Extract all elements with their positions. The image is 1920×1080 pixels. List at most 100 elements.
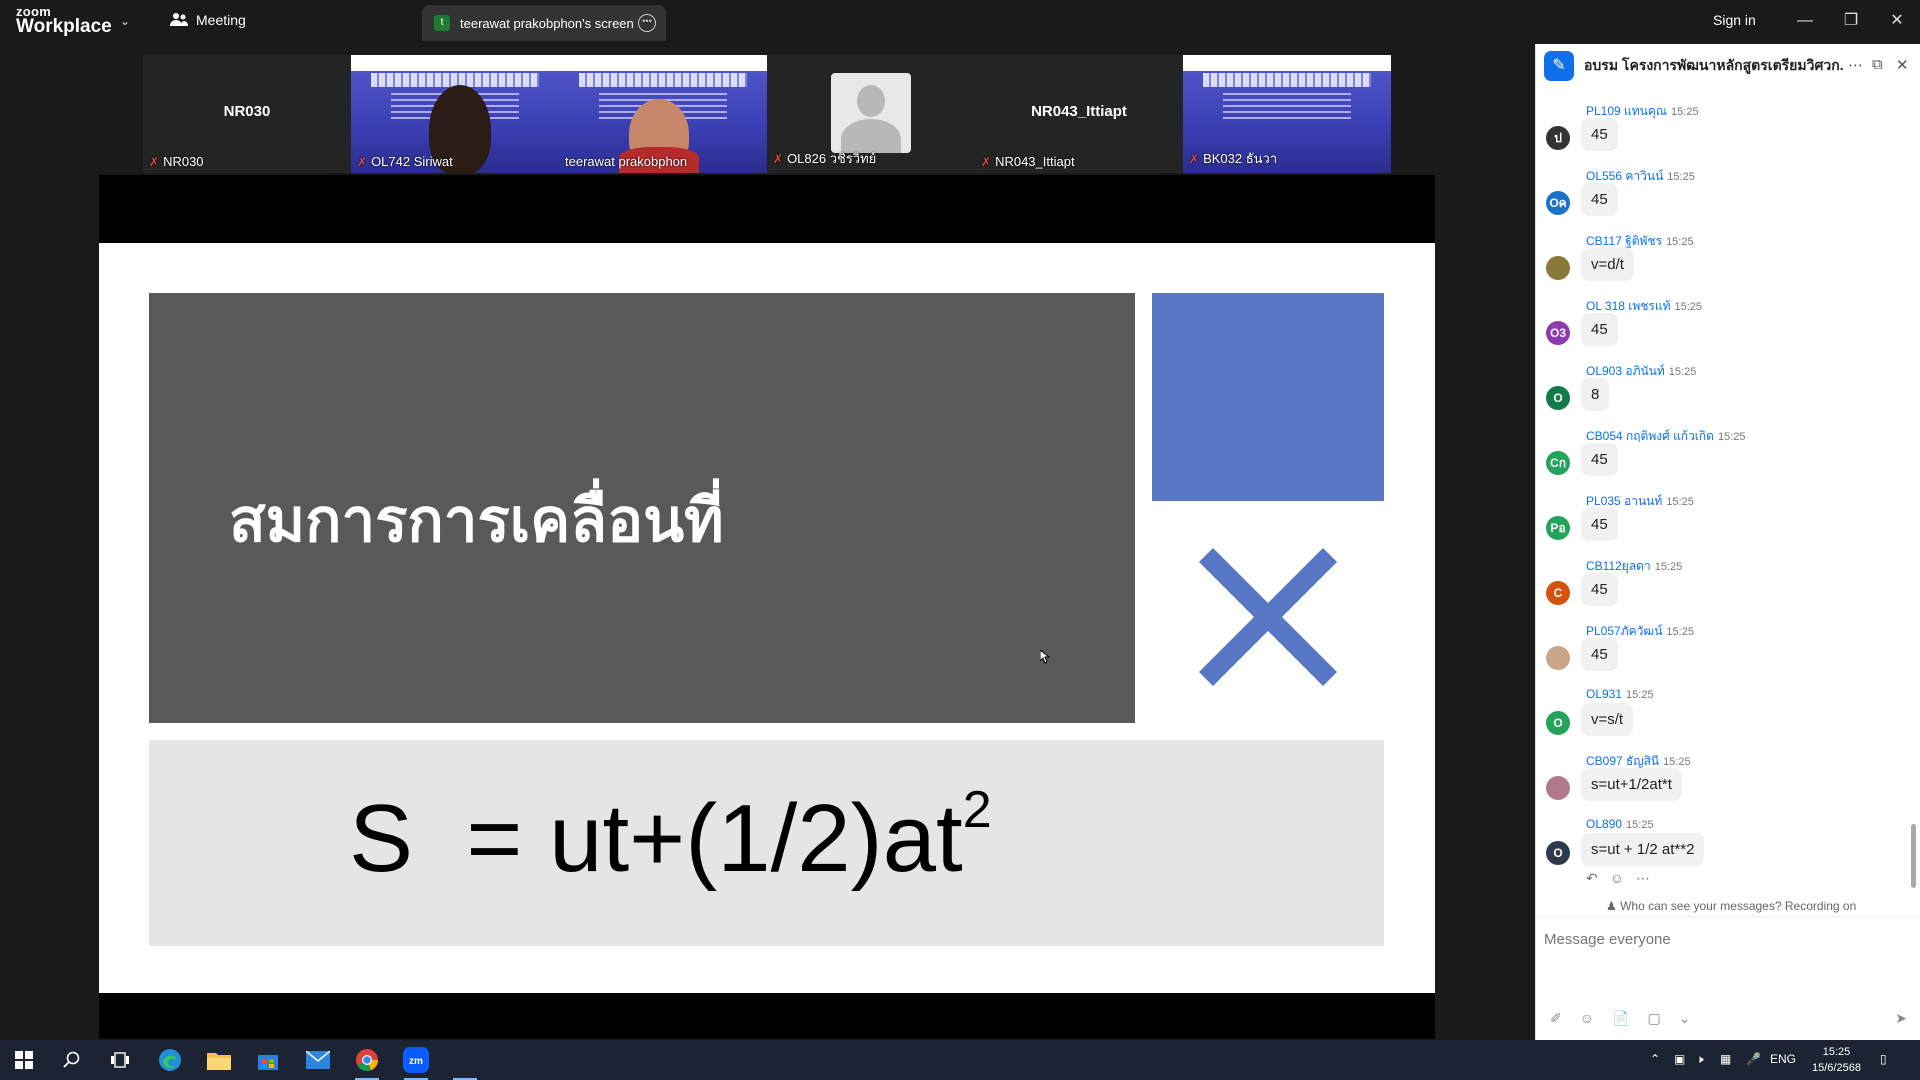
chat-message: CB097 ธัญสินี 15:25 s=ut+1/2at*t — [1536, 752, 1896, 817]
chat-input-area: ✐ ☺ 📄 ▢ ⌄ ➤ — [1536, 916, 1920, 1040]
participant-label-text: BK032 ธันวา — [1203, 151, 1278, 166]
task-view-icon[interactable] — [100, 1046, 140, 1074]
sender-name[interactable]: CB054 กฤติพงศ์ แก้วเกิด — [1586, 429, 1714, 443]
more-actions-icon[interactable]: ⋯ — [1636, 870, 1650, 887]
sender-name[interactable]: OL890 — [1586, 817, 1622, 831]
more-options-icon[interactable]: ••• — [638, 14, 656, 32]
system-clock[interactable]: 15:25 15/6/2568 — [1812, 1044, 1861, 1076]
maximize-icon[interactable]: ❐ — [1828, 8, 1874, 34]
sign-in-button[interactable]: Sign in — [1713, 12, 1756, 28]
sender-name[interactable]: PL035 อานนท์ — [1586, 494, 1662, 508]
chat-panel: ✎ อบรม โครงการพัฒนาหลักสูตรเตรียมวิศวก..… — [1535, 44, 1920, 1040]
format-icon[interactable]: ✐ — [1550, 1010, 1562, 1027]
meet-now-icon[interactable]: ▣ — [1674, 1052, 1685, 1066]
participant-tile[interactable]: ✗ OL826 วชิรวิทย์ — [767, 55, 975, 173]
chevron-down-icon[interactable]: ⌄ — [1679, 1010, 1691, 1027]
sender-name[interactable]: OL556 คาวินน์ — [1586, 169, 1663, 183]
mouse-cursor-icon — [1040, 650, 1051, 664]
language-indicator[interactable]: ENG — [1770, 1052, 1796, 1066]
chat-messages: ป PL109 แทนคุณ 15:25 45 Oค OL556 คาวินน์ 1… — [1536, 88, 1908, 938]
chat-scrollbar[interactable] — [1911, 824, 1916, 888]
participant-label: ✗ NR043_Ittiapt — [981, 154, 1075, 169]
sender-avatar: Cก — [1546, 451, 1570, 475]
chat-message: CB117 ฐิติพัชร 15:25 v=d/t — [1536, 232, 1896, 297]
emoji-react-icon[interactable]: ☺ — [1610, 870, 1624, 887]
sender-avatar — [1546, 256, 1570, 280]
reply-icon[interactable]: ↶ — [1586, 870, 1598, 887]
store-icon[interactable] — [248, 1046, 288, 1074]
sender-name[interactable]: OL931 — [1586, 687, 1622, 701]
sender-name[interactable]: CB097 ธัญสินี — [1586, 754, 1659, 768]
privacy-user-icon: ♟ — [1606, 899, 1617, 913]
message-time: 15:25 — [1717, 431, 1746, 443]
sender-name[interactable]: PL109 แทนคุณ — [1586, 104, 1667, 118]
privacy-notice[interactable]: ♟ Who can see your messages? Recording o… — [1606, 899, 1856, 913]
sender-avatar — [1546, 646, 1570, 670]
sender-name[interactable]: PL057ภัควัฒน์ — [1586, 624, 1662, 638]
logo-big: Workplace — [16, 16, 112, 37]
message-text: 45 — [1581, 443, 1618, 476]
chrome-icon[interactable] — [347, 1046, 387, 1080]
emoji-icon[interactable]: ☺ — [1580, 1010, 1594, 1027]
send-icon[interactable]: ➤ — [1895, 1010, 1907, 1027]
participant-tile[interactable]: ✗ OL742 Siriwat — [351, 55, 559, 173]
close-icon[interactable]: ✕ — [1874, 8, 1920, 34]
chevron-up-icon[interactable]: ⌃ — [1650, 1052, 1660, 1066]
sender-name[interactable]: OL903 อภินันท์ — [1586, 364, 1665, 378]
sender-name[interactable]: CB117 ฐิติพัชร — [1586, 234, 1662, 248]
chat-title: อบรม โครงการพัฒนาหลักสูตรเตรียมวิศวก... — [1584, 57, 1844, 73]
motion-formula: S = ut+(1/2)at2 — [349, 780, 992, 894]
message-time: 15:25 — [1654, 561, 1683, 573]
participant-label-text: NR030 — [163, 154, 204, 169]
zoom-window-icon[interactable] — [445, 1046, 485, 1080]
participant-label: teerawat prakobphon — [565, 154, 687, 169]
edge-browser-icon[interactable] — [150, 1046, 190, 1074]
file-explorer-icon[interactable] — [199, 1046, 239, 1074]
mail-icon[interactable] — [298, 1046, 338, 1074]
message-actions: ↶ ☺ ⋯ — [1586, 870, 1650, 887]
chevron-down-icon[interactable]: ⌄ — [120, 14, 130, 28]
participant-label-text: teerawat prakobphon — [565, 154, 688, 169]
compose-icon[interactable]: ✎ — [1544, 51, 1574, 81]
windows-start-icon[interactable] — [4, 1046, 44, 1074]
file-icon[interactable]: 📄 — [1612, 1010, 1629, 1027]
sender-avatar: O — [1546, 386, 1570, 410]
share-screen-tab[interactable]: t teerawat prakobphon's screen ••• — [422, 5, 666, 41]
message-time: 15:25 — [1671, 106, 1699, 118]
screenshot-icon[interactable]: ▢ — [1647, 1010, 1660, 1027]
search-icon[interactable] — [52, 1046, 92, 1074]
more-icon[interactable]: ⋯ — [1848, 56, 1863, 74]
sender-avatar: Pอ — [1546, 516, 1570, 540]
zoom-app-icon[interactable]: zm — [396, 1046, 436, 1080]
chat-message: O OL931 15:25 v=s/t — [1536, 687, 1896, 752]
participant-tile[interactable]: NR043_Ittiapt ✗ NR043_Ittiapt — [975, 55, 1183, 173]
network-icon[interactable]: ▦ — [1720, 1052, 1731, 1066]
participant-tile[interactable]: NR030 ✗ NR030 — [143, 55, 351, 173]
minimize-icon[interactable]: — — [1782, 8, 1828, 34]
slide-title: สมการการเคลื่อนที่ — [229, 487, 724, 554]
share-tab-label: teerawat prakobphon's screen — [460, 15, 634, 31]
close-chat-icon[interactable]: ✕ — [1896, 56, 1909, 74]
message-text: 8 — [1581, 378, 1610, 411]
message-text: 45 — [1581, 313, 1618, 346]
sender-name[interactable]: CB112ยุลดา — [1586, 559, 1651, 573]
notification-icon[interactable]: ▯ — [1880, 1052, 1887, 1066]
participant-tile[interactable]: ✗ BK032 ธันวา — [1183, 55, 1391, 173]
microphone-icon[interactable]: 🎤 — [1746, 1052, 1761, 1066]
sender-avatar: C — [1546, 581, 1570, 605]
chat-header: ✎ อบรม โครงการพัฒนาหลักสูตรเตรียมวิศวก..… — [1536, 44, 1920, 88]
message-text: s=ut + 1/2 at**2 — [1581, 833, 1705, 866]
participant-label: ✗ OL826 วชิรวิทย์ — [773, 148, 876, 169]
pop-out-icon[interactable]: ⧉ — [1872, 56, 1883, 73]
meeting-button[interactable]: Meeting — [170, 12, 246, 28]
participant-tile-active-speaker[interactable]: teerawat prakobphon — [559, 55, 767, 173]
message-time: 15:25 — [1626, 819, 1654, 831]
speaker-muted-icon[interactable]: 🕨 — [1696, 1052, 1704, 1067]
title-bar: zoom Workplace ⌄ Meeting t teerawat prak… — [0, 0, 1920, 44]
sender-name[interactable]: OL 318 เพชรแท้ — [1586, 299, 1671, 313]
clock-time: 15:25 — [1822, 1046, 1851, 1058]
participant-label-text: OL826 วชิรวิทย์ — [787, 151, 877, 166]
chat-message: Oค OL556 คาวินน์ 15:25 45 — [1536, 167, 1896, 232]
message-input[interactable] — [1544, 927, 1904, 951]
chat-message: ป PL109 แทนคุณ 15:25 45 — [1536, 102, 1896, 167]
